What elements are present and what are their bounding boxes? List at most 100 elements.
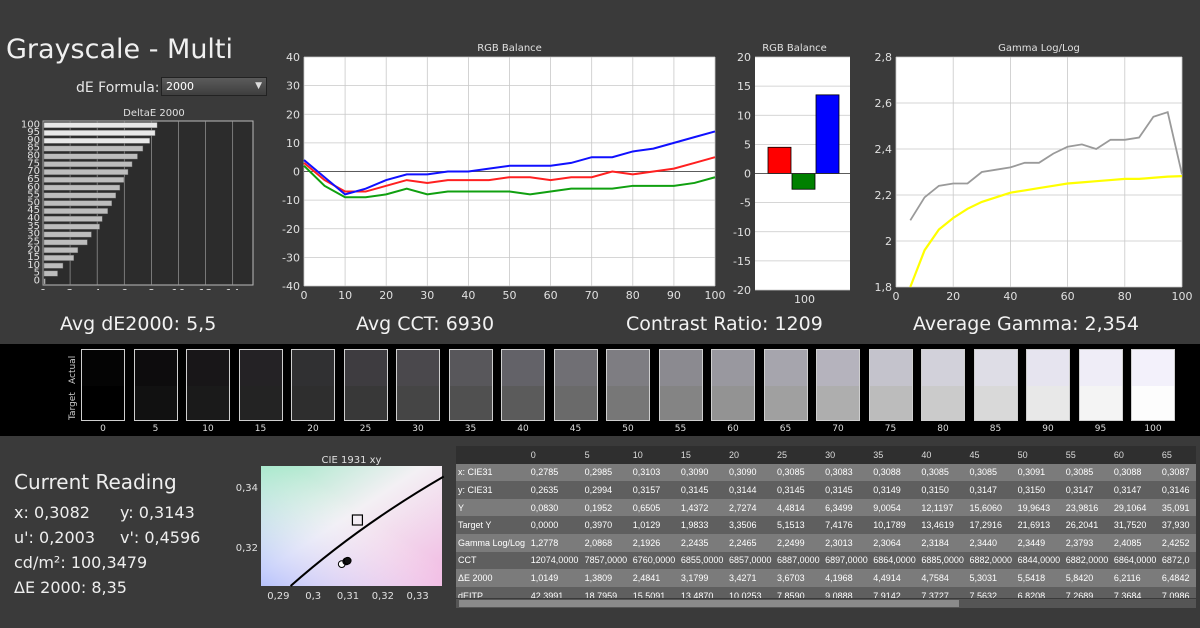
deltae-bar <box>43 192 117 199</box>
measurement-table-container[interactable]: 0 5 10 15 20 25 30 35 40 45 50 55 60 65 x: CIE31 0,2785… <box>456 446 1196 598</box>
table-cell: 6,4842 <box>1159 569 1196 587</box>
grayscale-patch <box>921 349 965 421</box>
patch-label: 85 <box>989 424 1002 434</box>
table-cell: 0,3103 <box>630 463 679 482</box>
table-cell: 6885,0000 <box>919 551 968 570</box>
table-row[interactable]: ΔE 2000 1,0149 1,3809 2,4841 3,1799 3,4271 3,6… <box>456 569 1196 587</box>
table-cell: 0,0830 <box>528 498 583 517</box>
patch-label: 95 <box>1094 424 1107 434</box>
target-row-label: Target <box>68 392 78 420</box>
average-gamma-text: Average Gamma: 2,354 <box>913 313 1139 335</box>
grayscale-patch <box>448 349 493 421</box>
patch-actual <box>134 350 177 386</box>
gamma-x-tick: 60 <box>1061 290 1075 303</box>
table-cell: 2,2465 <box>726 533 776 552</box>
patch-label: 70 <box>832 424 844 434</box>
table-cell: 3,1799 <box>678 569 727 587</box>
table-cell: 0,3087 <box>1159 463 1196 482</box>
table-row-label: CCT <box>456 551 529 570</box>
patch-target <box>712 386 754 420</box>
gamma-x-tick: 40 <box>1003 290 1017 303</box>
grayscale-patch <box>1026 349 1070 421</box>
table-header-cell: 25 <box>775 446 824 464</box>
deltae-bar <box>43 122 158 129</box>
table-cell: 7,4176 <box>823 516 872 534</box>
table-row[interactable]: dEITP 42,3991 18,7959 15,5091 13,4870 10,0253… <box>456 586 1196 598</box>
table-cell: 7,9142 <box>871 586 920 598</box>
table-header-cell: 35 <box>871 446 920 464</box>
patch-label: 0 <box>100 424 106 434</box>
de-formula-select[interactable]: 2000 ▼ <box>161 77 267 96</box>
patch-actual <box>502 350 544 386</box>
rgb-line-x-tick: 100 <box>705 289 726 302</box>
patch-label: 40 <box>517 424 529 434</box>
patch-target <box>82 386 124 420</box>
patch-target <box>239 386 282 420</box>
deltae-bar <box>43 169 129 175</box>
table-row-label: x: CIE31 <box>456 463 529 482</box>
table-cell: 1,2778 <box>528 533 583 552</box>
scrollbar-thumb[interactable] <box>459 600 959 607</box>
table-cell: 18,7959 <box>582 586 631 598</box>
patch-target <box>187 386 229 420</box>
table-row[interactable]: Target Y 0,0000 0,3970 1,0129 1,9833 3,3506 5,… <box>456 516 1196 534</box>
rgb-line-y-tick: 0 <box>293 166 300 179</box>
table-scrollbar[interactable] <box>456 599 1196 608</box>
table-cell: 6864,0000 <box>871 551 920 570</box>
patch-label: 10 <box>202 424 214 434</box>
deltae-bar <box>43 176 125 183</box>
table-cell: 0,3090 <box>726 463 776 482</box>
current-reading-title: Current Reading <box>14 470 177 494</box>
patch-target <box>134 386 177 420</box>
patch-target <box>397 386 439 420</box>
patch-actual <box>239 350 282 386</box>
reading-delta-e: ΔE 2000: 8,35 <box>14 578 127 597</box>
table-header-cell <box>456 446 529 464</box>
table-header-cell: 60 <box>1111 446 1160 464</box>
table-cell: 4,4814 <box>775 498 824 517</box>
patch-target <box>502 386 544 420</box>
deltae-bar <box>43 130 156 136</box>
contrast-ratio-text: Contrast Ratio: 1209 <box>626 313 823 335</box>
table-cell: 21,6913 <box>1015 516 1064 534</box>
patch-target <box>659 386 702 420</box>
table-row[interactable]: Gamma Log/Log 1,2778 2,0868 2,1926 2,2435 2,2… <box>456 533 1196 552</box>
table-cell: 2,1926 <box>630 533 679 552</box>
rgb-line-title: RGB Balance <box>477 43 542 54</box>
table-cell: 2,3184 <box>919 533 968 552</box>
patch-actual <box>1027 350 1069 386</box>
patch-actual <box>1132 350 1174 386</box>
table-cell: 2,4085 <box>1111 533 1160 552</box>
actual-row-label: Actual <box>68 355 78 384</box>
table-cell: 1,9833 <box>678 516 727 534</box>
rgb-line-x-tick: 20 <box>379 289 393 302</box>
table-cell: 17,2916 <box>967 516 1016 534</box>
rgb-bar-y-tick: -5 <box>740 197 751 210</box>
table-row[interactable]: y: CIE31 0,2635 0,2994 0,3157 0,3145 0,3144 0,… <box>456 481 1196 499</box>
grayscale-patch <box>553 349 598 421</box>
table-cell: 6872,0 <box>1159 551 1196 570</box>
deltae-y-tick: 0 <box>34 276 40 287</box>
table-cell: 3,6703 <box>775 569 824 587</box>
deltae-x-tick: 0 <box>40 287 47 290</box>
patch-actual <box>869 350 912 386</box>
table-row[interactable]: CCT 12074,0000 7857,0000 6760,0000 6855,0000… <box>456 551 1196 570</box>
patch-target <box>1027 386 1069 420</box>
grayscale-patch <box>1078 349 1123 421</box>
table-cell: 7,0986 <box>1159 586 1196 598</box>
grayscale-patch-strip: Actual Target 0 5 10 15 20 25 30 35 40 45 50 55 60 65… <box>0 344 1200 436</box>
patch-label: 50 <box>622 424 634 434</box>
cie-chart: CIE 1931 xy 0,29 0,3 0,31 0,32 0,33 0,34 0,32 <box>236 455 445 602</box>
patch-target <box>974 386 1017 420</box>
grayscale-patch <box>1131 349 1175 421</box>
table-row[interactable]: x: CIE31 0,2785 0,2985 0,3103 0,3090 0,3090 0,… <box>456 463 1196 482</box>
table-row[interactable]: Y 0,0830 0,1952 0,6505 1,4372 2,7274 4,4814 6,3… <box>456 498 1196 517</box>
table-cell: 0,3147 <box>1111 481 1160 499</box>
table-cell: 7,3684 <box>1111 586 1160 598</box>
table-cell: 4,7584 <box>919 569 968 587</box>
table-cell: 2,7274 <box>726 498 776 517</box>
table-cell: 2,3064 <box>871 533 920 552</box>
rgb-bar-y-tick: -10 <box>733 226 751 239</box>
table-cell: 13,4619 <box>919 516 968 534</box>
table-cell: 2,4252 <box>1159 533 1196 552</box>
